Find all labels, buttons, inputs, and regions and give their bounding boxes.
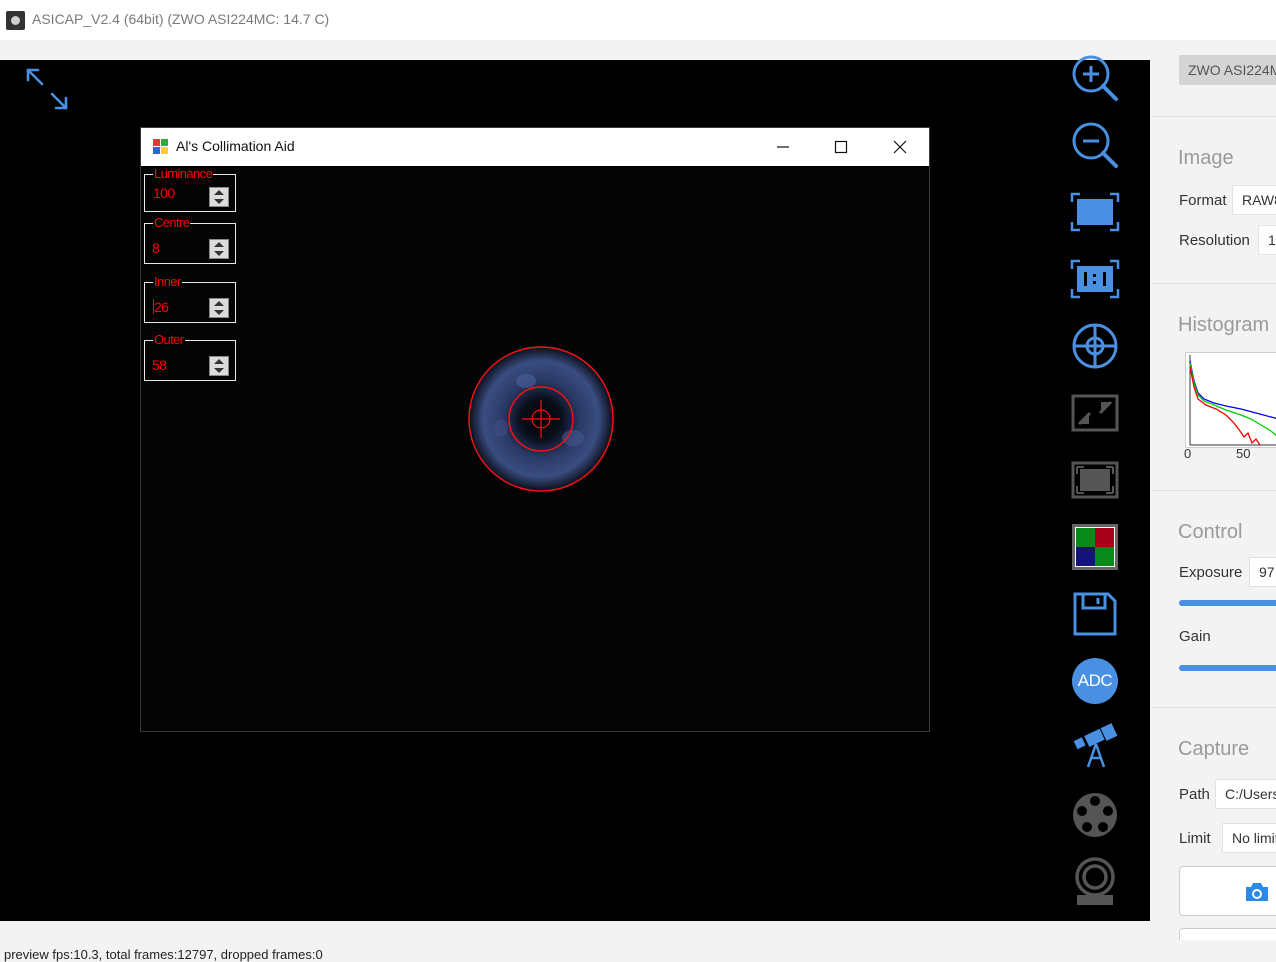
filter-wheel-button[interactable] bbox=[1068, 788, 1122, 842]
adc-label: ADC bbox=[1077, 671, 1113, 690]
debayer-button[interactable] bbox=[1068, 520, 1122, 574]
histogram-tick-0: 0 bbox=[1184, 446, 1192, 461]
control-heading: Control bbox=[1178, 521, 1243, 543]
camera-selector[interactable]: ZWO ASI224MC bbox=[1179, 55, 1276, 85]
status-bar: preview fps:10.3, total frames:12797, dr… bbox=[0, 942, 1276, 962]
focuser-icon bbox=[1075, 857, 1115, 905]
actual-size-button[interactable] bbox=[1068, 252, 1122, 306]
focuser-button[interactable] bbox=[1068, 855, 1122, 909]
histogram-tick-50: 50 bbox=[1236, 446, 1251, 461]
histogram-plot bbox=[1185, 352, 1276, 448]
zoom-in-button[interactable] bbox=[1068, 51, 1122, 105]
exposure-label: Exposure bbox=[1179, 564, 1243, 581]
limit-label: Limit bbox=[1179, 830, 1211, 847]
divider bbox=[1152, 283, 1276, 284]
image-heading: Image bbox=[1178, 147, 1234, 169]
capture-button[interactable] bbox=[1179, 866, 1276, 916]
camera-icon bbox=[1246, 883, 1268, 901]
star-highlight bbox=[494, 419, 508, 437]
format-select[interactable]: RAW8 bbox=[1232, 185, 1276, 215]
roi-icon bbox=[1071, 461, 1119, 499]
adc-button[interactable]: ADC bbox=[1068, 654, 1122, 708]
crosshair-button[interactable] bbox=[1068, 319, 1122, 373]
exposure-slider[interactable] bbox=[1179, 600, 1276, 606]
crosshair-icon bbox=[1072, 323, 1118, 369]
status-text: preview fps:10.3, total frames:12797, dr… bbox=[4, 947, 323, 962]
histogram-heading: Histogram bbox=[1178, 314, 1270, 336]
path-label: Path bbox=[1179, 786, 1210, 803]
dialog-app-icon bbox=[153, 139, 168, 154]
capture-heading: Capture bbox=[1178, 738, 1250, 760]
dialog-title: Al's Collimation Aid bbox=[176, 138, 295, 154]
preview-area[interactable]: Al's Collimation Aid Luminance 100 Centr… bbox=[0, 60, 1150, 921]
app-icon bbox=[6, 11, 25, 30]
format-label: Format bbox=[1179, 192, 1227, 209]
limit-select[interactable]: No limit bbox=[1222, 823, 1276, 853]
zoom-out-button[interactable] bbox=[1068, 118, 1122, 172]
zoom-out-icon bbox=[1072, 122, 1118, 168]
divider bbox=[1152, 707, 1276, 708]
window-titlebar: ASICAP_V2.4 (64bit) (ZWO ASI224MC: 14.7 … bbox=[0, 0, 1276, 40]
window-title: ASICAP_V2.4 (64bit) (ZWO ASI224MC: 14.7 … bbox=[32, 11, 330, 27]
roi-button[interactable] bbox=[1068, 453, 1122, 507]
save-button[interactable] bbox=[1068, 587, 1122, 641]
maximize-icon[interactable] bbox=[819, 131, 863, 163]
divider bbox=[1152, 116, 1276, 117]
resolution-label: Resolution bbox=[1179, 232, 1250, 249]
star-highlight bbox=[516, 374, 536, 388]
secondary-button[interactable] bbox=[1179, 928, 1276, 940]
expand-icon[interactable] bbox=[24, 66, 70, 112]
minimize-icon[interactable] bbox=[761, 131, 805, 163]
fit-screen-button[interactable] bbox=[1068, 185, 1122, 239]
dialog-titlebar: Al's Collimation Aid bbox=[141, 128, 929, 166]
settings-panel: ZWO ASI224MC Image Format RAW8 Resolutio… bbox=[1152, 40, 1276, 940]
save-icon bbox=[1073, 592, 1117, 636]
fullscreen-button[interactable] bbox=[1068, 386, 1122, 440]
exposure-input[interactable]: 97 bbox=[1249, 557, 1276, 587]
telescope-icon bbox=[1073, 723, 1118, 768]
gain-slider[interactable] bbox=[1179, 665, 1276, 671]
gain-label: Gain bbox=[1179, 628, 1211, 645]
divider bbox=[1152, 490, 1276, 491]
resolution-select[interactable]: 1304x976 bbox=[1258, 225, 1276, 255]
telescope-button[interactable] bbox=[1068, 721, 1122, 775]
fullscreen-icon bbox=[1071, 394, 1119, 432]
collimation-dialog: Al's Collimation Aid Luminance 100 Centr… bbox=[140, 127, 930, 732]
zoom-in-icon bbox=[1072, 55, 1118, 101]
filter-wheel-icon bbox=[1073, 793, 1117, 837]
star-image bbox=[467, 345, 615, 493]
debayer-icon bbox=[1072, 524, 1118, 570]
star-highlight bbox=[562, 430, 584, 446]
fit-to-screen-icon bbox=[1070, 192, 1120, 232]
close-icon[interactable] bbox=[878, 131, 922, 163]
actual-size-icon bbox=[1070, 259, 1120, 299]
path-input[interactable]: C:/Users/ bbox=[1215, 779, 1276, 809]
